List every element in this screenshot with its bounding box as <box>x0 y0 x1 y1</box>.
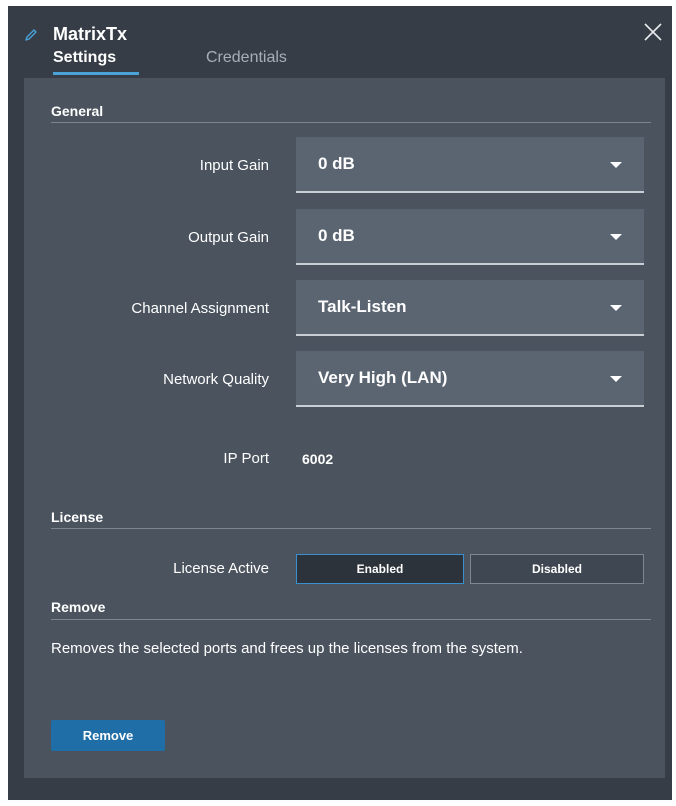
caret-down-icon <box>610 305 622 311</box>
network-quality-label: Network Quality <box>163 371 269 388</box>
caret-down-icon <box>610 234 622 240</box>
input-gain-value: 0 dB <box>318 154 355 173</box>
app-title: MatrixTx <box>53 24 128 44</box>
network-quality-select[interactable]: Very High (LAN) <box>296 351 644 407</box>
output-gain-select[interactable]: 0 dB <box>296 209 644 265</box>
section-title-remove: Remove <box>51 599 106 615</box>
channel-assignment-value: Talk-Listen <box>318 297 407 316</box>
tab-settings[interactable]: Settings <box>53 48 116 68</box>
ip-port-label: IP Port <box>223 450 269 467</box>
tab-credentials[interactable]: Credentials <box>206 48 287 68</box>
input-gain-select[interactable]: 0 dB <box>296 137 644 193</box>
active-tab-indicator <box>53 72 139 75</box>
output-gain-label: Output Gain <box>188 229 269 246</box>
channel-assignment-label: Channel Assignment <box>131 300 269 317</box>
pencil-icon <box>25 29 37 41</box>
license-disabled-button[interactable]: Disabled <box>470 554 644 584</box>
panel-header: MatrixTx Settings Credentials <box>8 6 672 78</box>
caret-down-icon <box>610 162 622 168</box>
section-title-general: General <box>51 103 104 119</box>
ip-port-value: 6002 <box>302 451 334 467</box>
license-active-label: License Active <box>173 560 269 577</box>
close-icon[interactable] <box>642 21 664 43</box>
section-divider <box>51 528 651 529</box>
output-gain-value: 0 dB <box>318 226 355 245</box>
settings-content: General Input Gain 0 dB Output Gain 0 dB… <box>24 78 665 778</box>
section-divider <box>51 122 651 123</box>
input-gain-label: Input Gain <box>199 157 269 174</box>
channel-assignment-select[interactable]: Talk-Listen <box>296 280 644 336</box>
license-enabled-button[interactable]: Enabled <box>296 554 464 584</box>
settings-panel: MatrixTx Settings Credentials General In… <box>8 6 672 800</box>
remove-description: Removes the selected ports and frees up … <box>51 640 523 657</box>
caret-down-icon <box>610 376 622 382</box>
section-title-license: License <box>51 509 104 525</box>
section-divider <box>51 619 651 620</box>
remove-button[interactable]: Remove <box>51 720 165 751</box>
network-quality-value: Very High (LAN) <box>318 368 448 387</box>
